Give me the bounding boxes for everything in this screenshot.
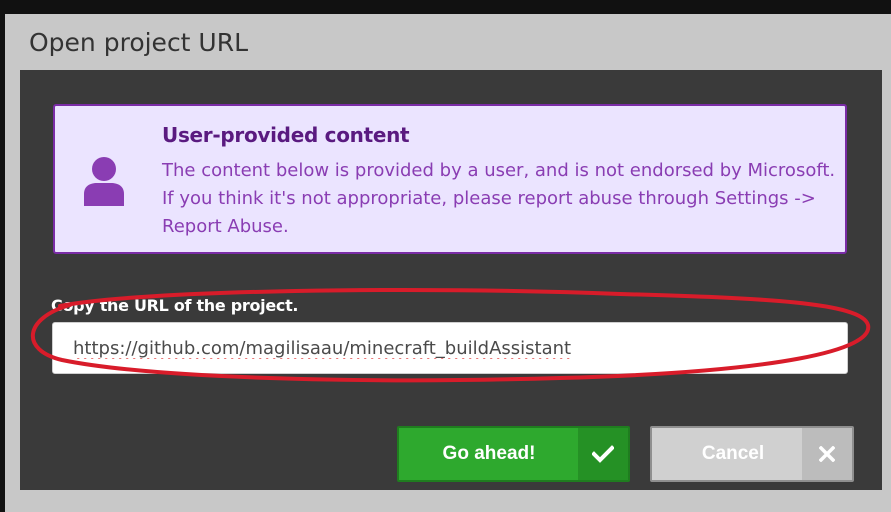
checkmark-icon (578, 428, 628, 480)
close-icon (802, 428, 852, 480)
cancel-button[interactable]: Cancel (650, 426, 854, 482)
project-url-input[interactable] (52, 322, 848, 374)
notice-title: User-provided content (162, 123, 410, 147)
cancel-label: Cancel (701, 443, 765, 464)
open-project-url-dialog: Open project URL User-provided content T… (5, 14, 891, 512)
dialog-title: Open project URL (29, 28, 249, 57)
go-ahead-label: Go ahead! (442, 443, 536, 464)
url-field-label: Copy the URL of the project. (51, 296, 299, 315)
dialog-header: Open project URL (5, 14, 891, 70)
notice-body: The content below is provided by a user,… (162, 160, 836, 237)
dialog-content: User-provided content The content below … (20, 70, 882, 490)
go-ahead-button[interactable]: Go ahead! (397, 426, 630, 482)
user-icon (84, 157, 124, 206)
user-content-notice: User-provided content The content below … (53, 104, 847, 254)
